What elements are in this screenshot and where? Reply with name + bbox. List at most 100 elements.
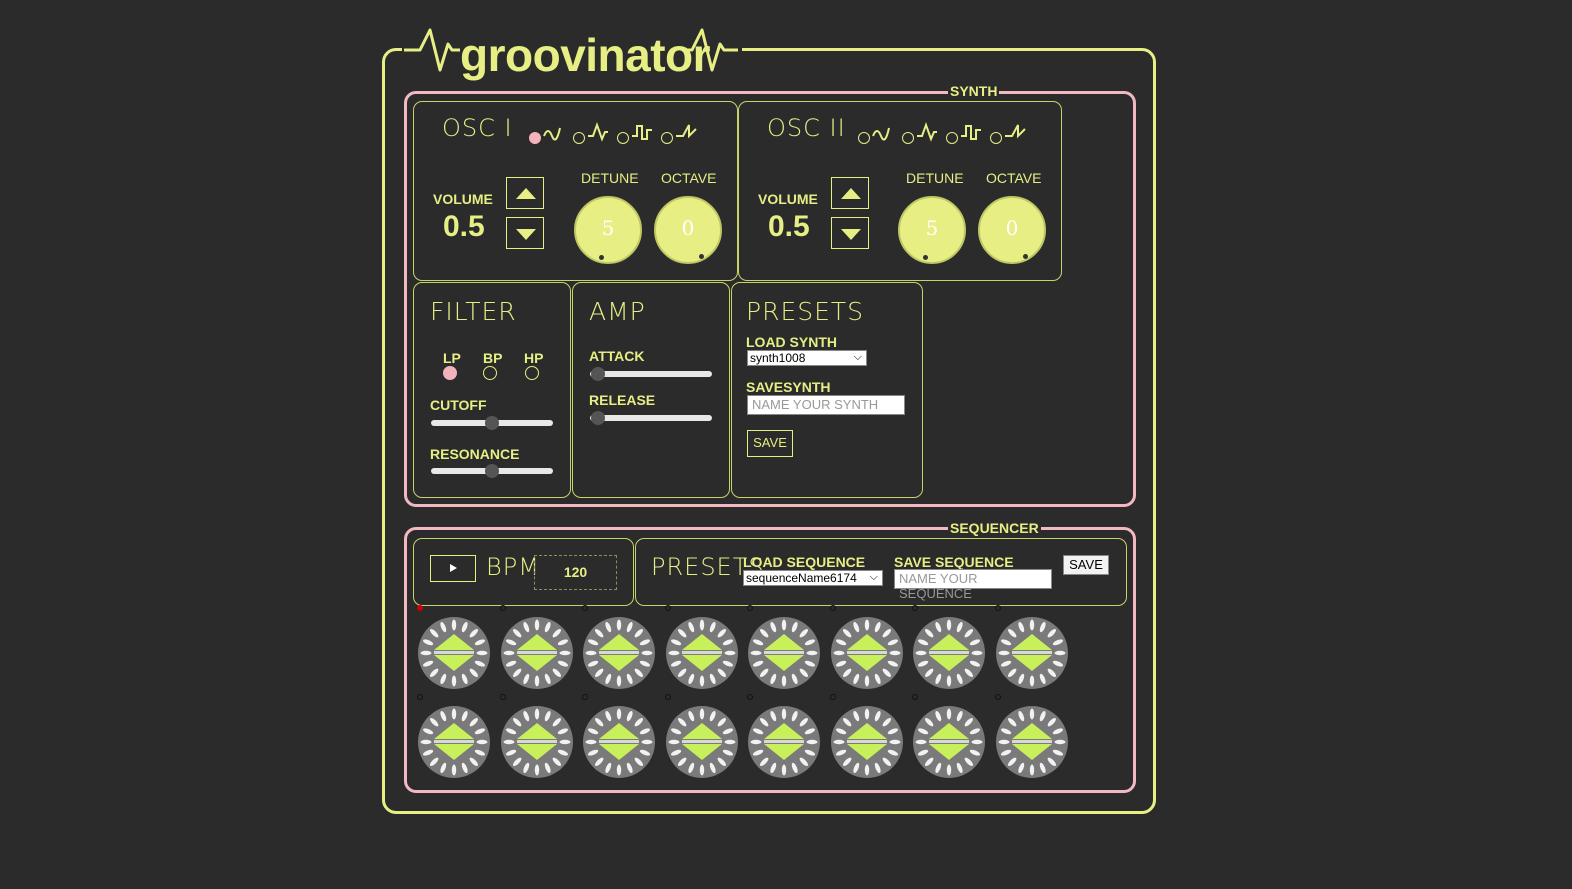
osc1-wave-radio-triangle[interactable]: [573, 132, 585, 144]
attack-slider[interactable]: [590, 366, 712, 382]
step-pad[interactable]: [417, 705, 491, 779]
filter-type-lp-label: LP: [443, 350, 461, 366]
resonance-label: RESONANCE: [430, 446, 520, 462]
osc2-wave-radio-sine[interactable]: [858, 132, 870, 144]
square-wave-icon: [961, 125, 981, 140]
step-indicator: [747, 605, 753, 611]
sine-wave-icon: [543, 127, 561, 141]
osc1-wave-radio-square[interactable]: [617, 132, 629, 144]
release-slider[interactable]: [590, 410, 712, 426]
osc1-detune-label: DETUNE: [581, 170, 639, 186]
osc2-wave-selector[interactable]: [856, 122, 1036, 146]
slider-track: [590, 415, 712, 421]
arrow-down-icon: [841, 229, 861, 240]
filter-type-lp-radio[interactable]: [443, 366, 457, 380]
osc1-volume-value: 0.5: [443, 210, 485, 243]
step-indicator: [664, 605, 671, 611]
step-pad[interactable]: [830, 616, 904, 690]
osc1-wave-radio-sawtooth[interactable]: [661, 132, 673, 144]
step-pad[interactable]: [582, 705, 656, 779]
osc1-detune-knob[interactable]: 5: [574, 196, 642, 264]
step-pad[interactable]: [995, 616, 1069, 690]
arrow-up-icon: [516, 188, 536, 199]
osc2-detune-knob[interactable]: 5: [898, 196, 966, 264]
attack-slider-thumb[interactable]: [591, 367, 605, 381]
sawtooth-wave-icon: [676, 124, 697, 139]
cutoff-slider[interactable]: [431, 415, 553, 431]
cutoff-label: CUTOFF: [430, 397, 487, 413]
synth-name-input[interactable]: NAME YOUR SYNTH: [747, 395, 905, 415]
step-pad[interactable]: [747, 705, 821, 779]
filter-type-bp-radio[interactable]: [483, 366, 497, 380]
arrow-down-icon: [516, 229, 536, 240]
step-pad[interactable]: [665, 705, 739, 779]
step-pad[interactable]: [500, 705, 574, 779]
osc1-title: OSC I: [442, 114, 513, 142]
step-pad[interactable]: [500, 616, 574, 690]
osc2-volume-label: VOLUME: [758, 191, 818, 207]
cutoff-slider-thumb[interactable]: [485, 416, 499, 430]
osc1-wave-selector[interactable]: [527, 122, 707, 146]
osc2-wave-radio-triangle[interactable]: [902, 132, 914, 144]
resonance-slider-thumb[interactable]: [485, 464, 499, 478]
osc2-volume-value: 0.5: [768, 210, 810, 243]
osc1-volume-up-button[interactable]: [506, 177, 544, 209]
play-button[interactable]: [430, 555, 476, 582]
step-pad[interactable]: [747, 616, 821, 690]
step-indicator: [417, 694, 423, 700]
triangle-wave-icon: [588, 122, 608, 142]
osc2-octave-value: 0: [1005, 216, 1019, 240]
sequencer-section-label: SEQUENCER: [948, 520, 1041, 536]
osc2-volume-up-button[interactable]: [831, 177, 869, 209]
step-indicator: [499, 605, 506, 611]
osc2-wave-radio-sawtooth[interactable]: [990, 132, 1002, 144]
osc2-octave-knob[interactable]: 0: [978, 196, 1046, 264]
chevron-down-icon: ⌵: [869, 571, 878, 583]
filter-type-hp-label: HP: [524, 350, 544, 366]
osc1-octave-knob[interactable]: 0: [654, 196, 722, 264]
sawtooth-wave-icon: [1005, 124, 1026, 139]
save-sequence-label: SAVE SEQUENCE: [894, 554, 1014, 570]
step-pad[interactable]: [912, 705, 986, 779]
bpm-label: BPM: [486, 553, 540, 581]
resonance-slider[interactable]: [431, 463, 553, 479]
step-grid: [410, 604, 1090, 784]
osc1-wave-radio-sine[interactable]: [529, 132, 541, 144]
osc2-octave-label: OCTAVE: [986, 170, 1042, 186]
save-synth-button[interactable]: SAVE: [747, 430, 793, 457]
load-synth-value: synth1008: [750, 351, 806, 365]
osc2-detune-label: DETUNE: [906, 170, 964, 186]
step-indicator: [417, 605, 423, 611]
step-pad[interactable]: [830, 705, 904, 779]
square-wave-icon: [632, 125, 652, 140]
sequence-name-input[interactable]: NAME YOUR SEQUENCE: [894, 569, 1052, 601]
bpm-input[interactable]: 120: [534, 555, 617, 590]
load-sequence-select[interactable]: sequenceName6174 ⌵: [743, 570, 883, 586]
osc1-volume-down-button[interactable]: [506, 217, 544, 249]
load-sequence-label: LOAD SEQUENCE: [743, 554, 866, 570]
step-pad[interactable]: [995, 705, 1069, 779]
step-indicator: [664, 694, 671, 700]
save-sequence-button[interactable]: SAVE: [1063, 555, 1109, 575]
slider-track: [590, 371, 712, 377]
step-indicator: [829, 605, 836, 611]
step-pad[interactable]: [912, 616, 986, 690]
play-icon: [450, 564, 457, 572]
sine-wave-icon: [872, 127, 890, 141]
load-synth-select[interactable]: synth1008 ⌵: [747, 350, 867, 366]
attack-label: ATTACK: [589, 348, 645, 364]
knob-indicator: [599, 255, 604, 260]
osc2-volume-down-button[interactable]: [831, 217, 869, 249]
step-pad[interactable]: [582, 616, 656, 690]
release-slider-thumb[interactable]: [591, 411, 605, 425]
step-pad[interactable]: [417, 616, 491, 690]
step-pad[interactable]: [665, 616, 739, 690]
knob-indicator: [1023, 254, 1028, 259]
filter-type-hp-radio[interactable]: [525, 366, 539, 380]
knob-indicator: [699, 254, 704, 259]
synth-section-label: SYNTH: [948, 83, 1000, 99]
step-indicator: [994, 605, 1001, 611]
osc2-wave-radio-square[interactable]: [946, 132, 958, 144]
osc1-octave-value: 0: [681, 216, 695, 240]
arrow-up-icon: [841, 188, 861, 199]
